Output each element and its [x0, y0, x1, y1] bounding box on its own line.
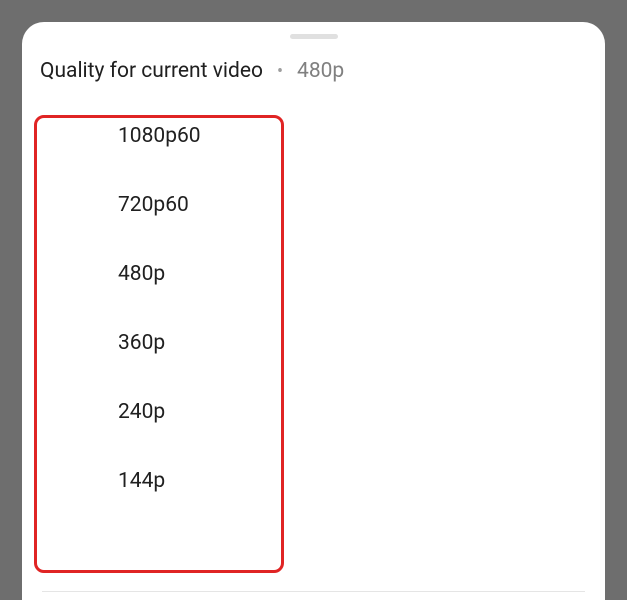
quality-option-360p[interactable]: 360p	[22, 309, 605, 378]
drag-handle[interactable]	[290, 34, 338, 39]
quality-option-480p[interactable]: 480p	[22, 240, 605, 309]
quality-option-240p[interactable]: 240p	[22, 378, 605, 447]
current-quality-value: 480p	[297, 59, 344, 84]
quality-sheet: Quality for current video • 480p 1080p60…	[22, 22, 605, 600]
divider	[42, 591, 585, 592]
quality-option-144p[interactable]: 144p	[22, 447, 605, 516]
dot-separator: •	[277, 61, 283, 83]
quality-list: 1080p60 720p60 480p 360p 240p 144p	[22, 102, 605, 516]
sheet-title: Quality for current video	[40, 59, 263, 84]
sheet-header: Quality for current video • 480p	[22, 59, 605, 84]
quality-option-1080p60[interactable]: 1080p60	[22, 102, 605, 171]
quality-option-720p60[interactable]: 720p60	[22, 171, 605, 240]
